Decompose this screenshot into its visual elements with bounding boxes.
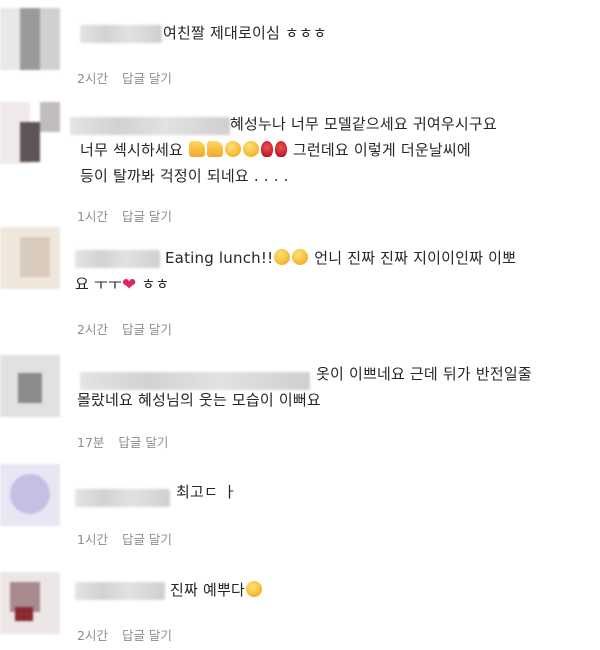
reply-button[interactable]: 답글 달기 (118, 435, 168, 450)
comment-line: 여친짤 제대로이심 ㅎㅎㅎ (163, 24, 327, 42)
timestamp: 1시간 (77, 209, 108, 224)
comment-line: 진짜 예뿌다 (170, 581, 245, 599)
heart-emoji-icon: ❤ (121, 275, 137, 295)
comment-item: 여친짤 제대로이심 ㅎㅎㅎ 2시간 답글 달기 (0, 0, 600, 100)
comment-text: 진짜 예뿌다 (170, 577, 263, 603)
comment-line: 그런데요 이렇게 더운날씨에 (292, 141, 471, 159)
comment-item: 최고ㄷ ㅏ 1시간 답글 달기 (0, 462, 600, 557)
smile-emoji-icon (292, 249, 309, 265)
reply-button[interactable]: 답글 달기 (122, 628, 172, 643)
kiss-emoji-icon (242, 141, 259, 157)
reply-button[interactable]: 답글 달기 (122, 209, 172, 224)
comment-line: 몰랐네요 혜성님의 웃는 모습이 이뻐요 (77, 391, 321, 409)
avatar[interactable] (0, 8, 60, 70)
laughing-emoji-icon (274, 249, 291, 265)
timestamp: 1시간 (77, 532, 108, 547)
timestamp: 17분 (77, 435, 105, 450)
timestamp: 2시간 (77, 71, 108, 86)
comment-meta: 2시간 답글 달기 (77, 68, 186, 87)
rose-emoji-icon (274, 141, 287, 157)
comment-line: ㅎㅎ (141, 275, 170, 293)
rose-emoji-icon (260, 141, 273, 157)
username-blurred[interactable] (80, 25, 162, 43)
comment-item: 혜성누나 너무 모델같으세요 귀여우시구요 너무 섹시하세요 그런데요 이렇게 … (0, 100, 600, 225)
comment-meta: 17분 답글 달기 (77, 432, 182, 451)
comment-line: 최고ㄷ ㅏ (176, 483, 237, 501)
comment-meta: 2시간 답글 달기 (77, 625, 186, 644)
comment-text: 여친짤 제대로이심 ㅎㅎㅎ (163, 20, 327, 46)
comment-text: 옷이 이쁘네요 근데 뒤가 반전일줄 몰랐네요 혜성님의 웃는 모습이 이뻐요 (77, 361, 532, 413)
comment-item: 옷이 이쁘네요 근데 뒤가 반전일줄 몰랐네요 혜성님의 웃는 모습이 이뻐요 … (0, 347, 600, 462)
avatar[interactable] (0, 572, 60, 634)
reply-button[interactable]: 답글 달기 (122, 322, 172, 337)
comment-line: 혜성누나 너무 모델같으세요 귀여우시구요 (230, 115, 497, 133)
comment-meta: 2시간 답글 달기 (77, 319, 186, 338)
timestamp: 2시간 (77, 322, 108, 337)
thumbs-up-emoji-icon (206, 141, 223, 157)
comment-item: 진짜 예뿌다 2시간 답글 달기 (0, 557, 600, 650)
username-blurred[interactable] (75, 582, 165, 600)
comment-line: 옷이 이쁘네요 근데 뒤가 반전일줄 (316, 365, 532, 383)
comment-text: 혜성누나 너무 모델같으세요 귀여우시구요 너무 섹시하세요 그런데요 이렇게 … (80, 111, 497, 189)
comment-text: Eating lunch!! 언니 진짜 진짜 지이이인짜 이뽀 요 ㅜㅜ❤ ㅎ… (75, 245, 516, 298)
comment-item: Eating lunch!! 언니 진짜 진짜 지이이인짜 이뽀 요 ㅜㅜ❤ ㅎ… (0, 225, 600, 347)
comment-line: 너무 섹시하세요 (80, 141, 183, 159)
reply-button[interactable]: 답글 달기 (122, 532, 172, 547)
reply-button[interactable]: 답글 달기 (122, 71, 172, 86)
username-blurred[interactable] (75, 489, 170, 507)
surprised-emoji-icon (245, 581, 262, 597)
avatar[interactable] (0, 227, 60, 289)
timestamp: 2시간 (77, 628, 108, 643)
avatar[interactable] (0, 464, 60, 526)
comment-line: 요 ㅜㅜ (75, 275, 122, 293)
comment-meta: 1시간 답글 달기 (77, 206, 186, 225)
comment-line: 등이 탈까봐 걱정이 되네요 . . . . (80, 167, 289, 185)
comment-text: 최고ㄷ ㅏ (176, 479, 237, 505)
kiss-emoji-icon (224, 141, 241, 157)
comment-line: 언니 진짜 진짜 지이이인짜 이뽀 (314, 249, 517, 267)
thumbs-up-emoji-icon (188, 141, 205, 157)
avatar[interactable] (0, 355, 60, 417)
comment-line: Eating lunch!! (165, 249, 274, 267)
avatar[interactable] (0, 102, 60, 164)
comment-meta: 1시간 답글 달기 (77, 529, 186, 548)
